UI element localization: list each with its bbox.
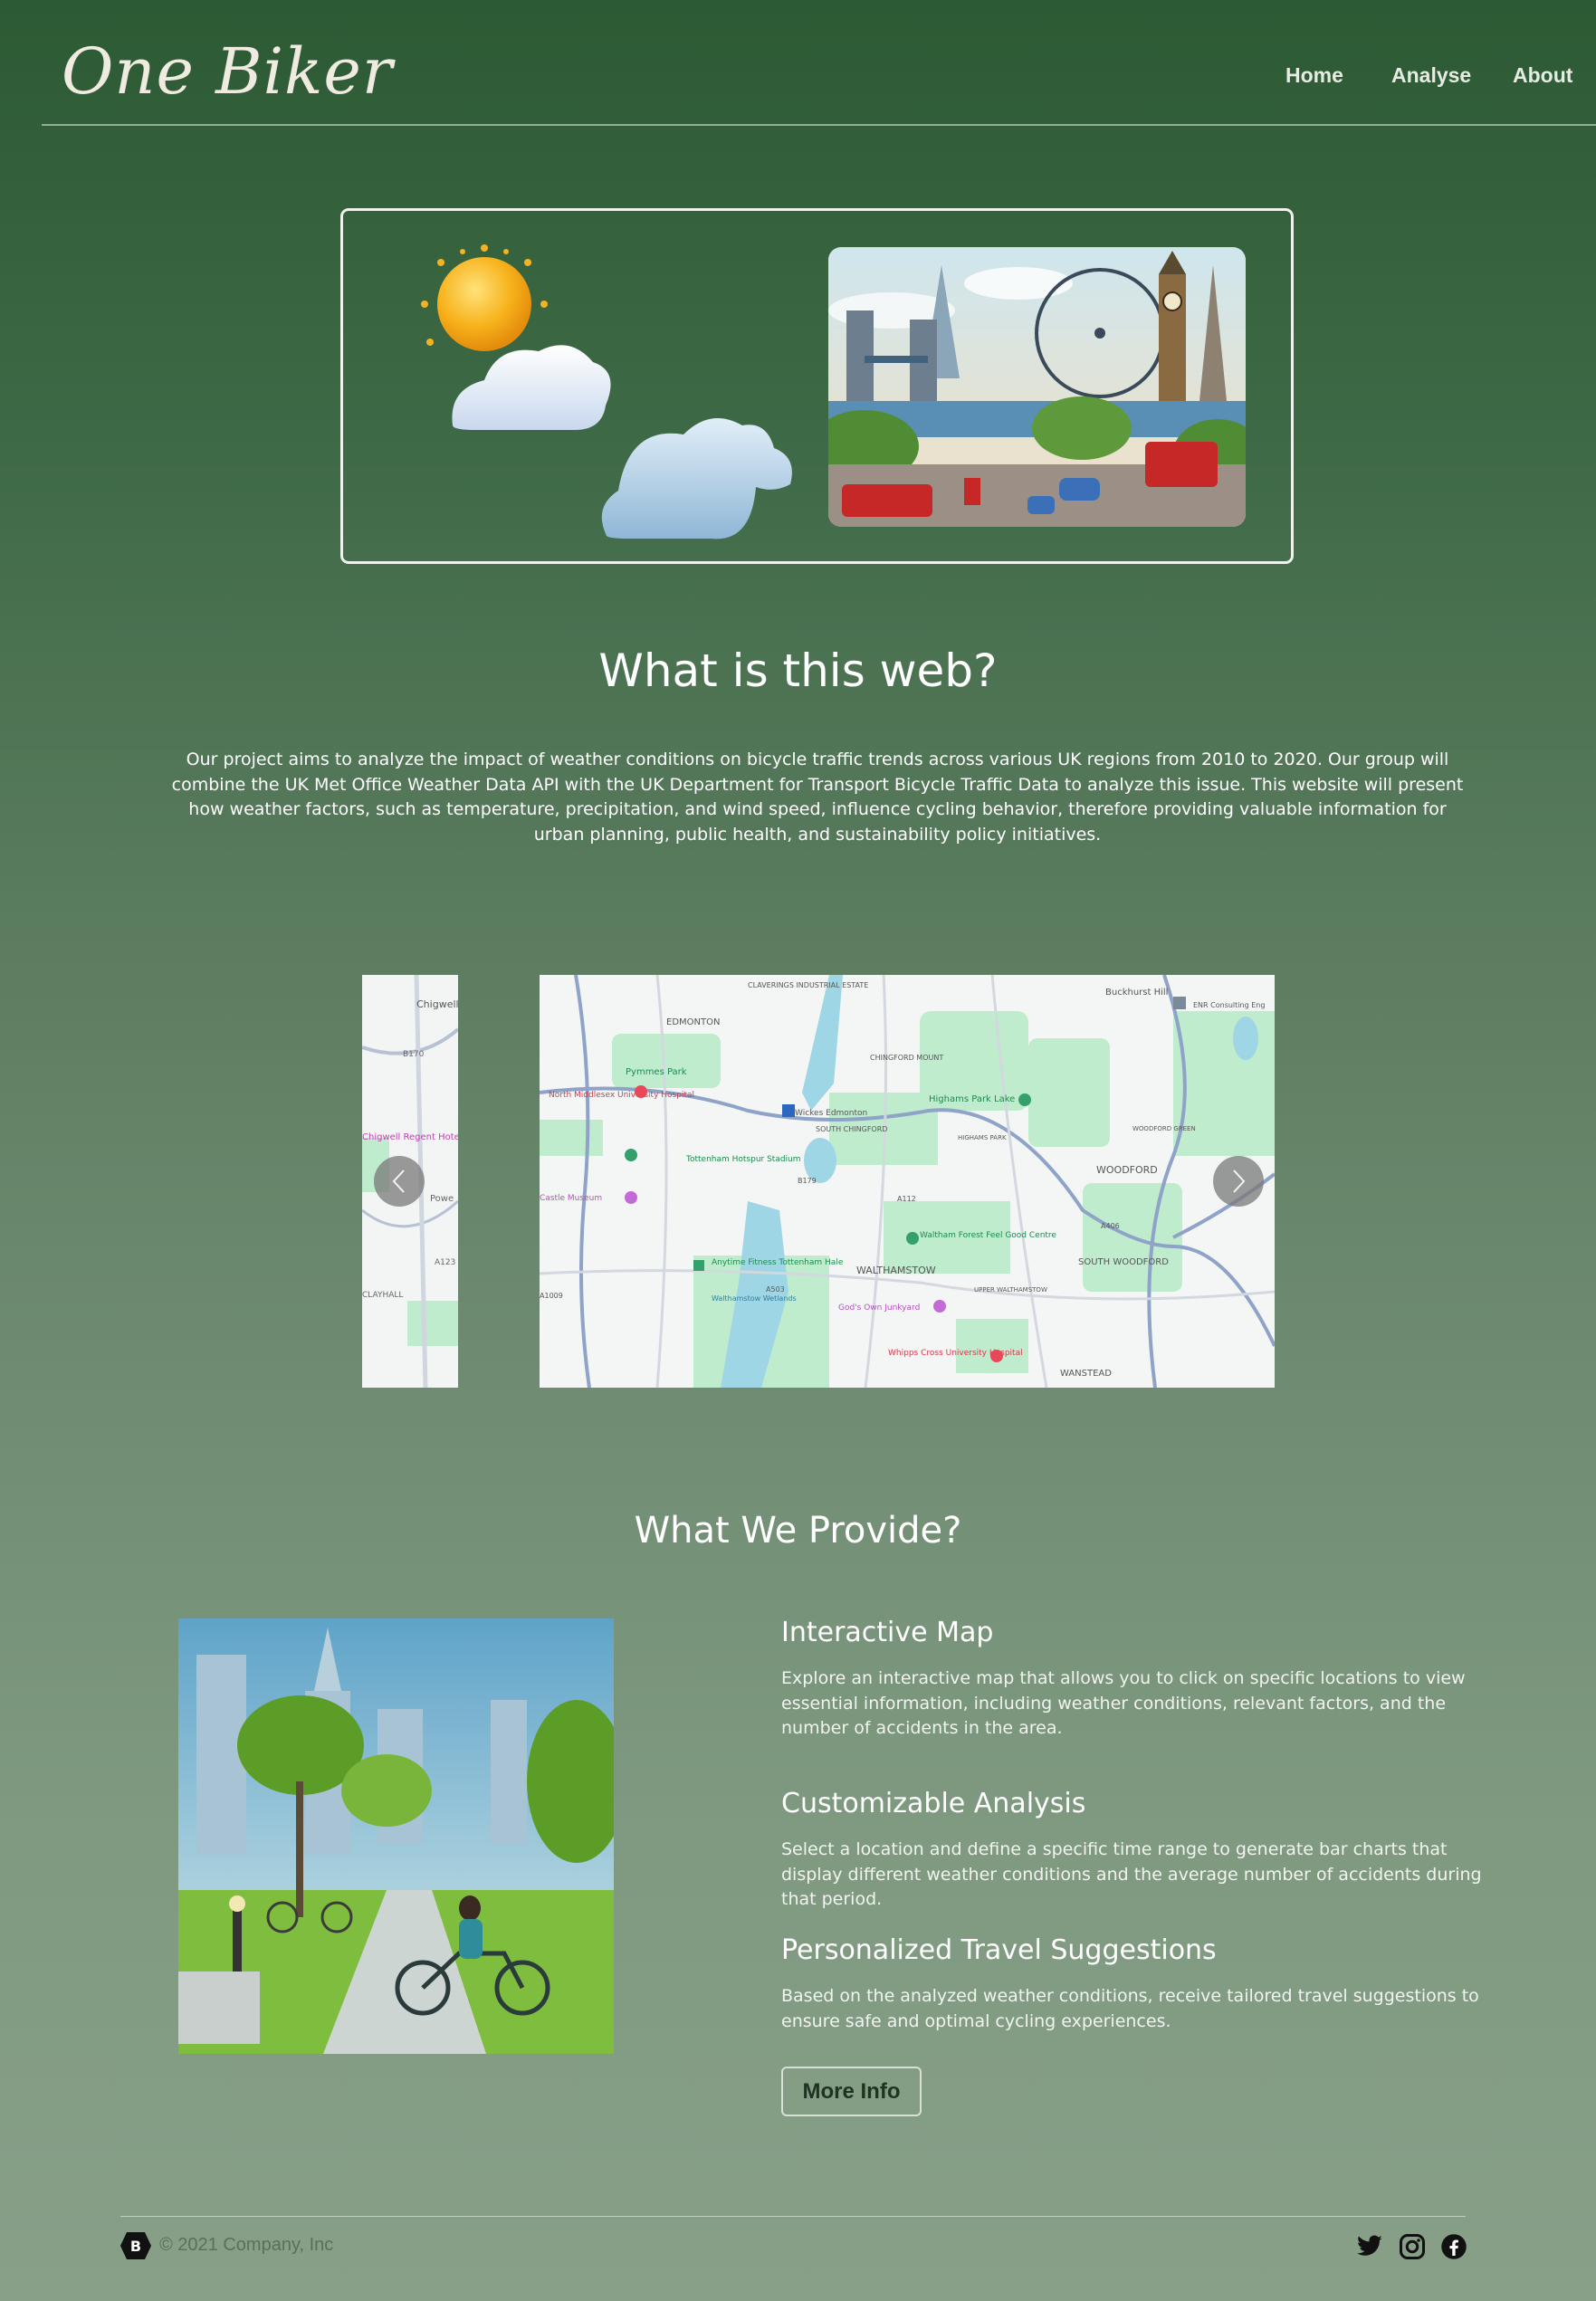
svg-text:B170: B170 [403, 1050, 425, 1059]
svg-text:North Middlesex University Hos: North Middlesex University Hospital [549, 1091, 694, 1100]
header-divider [42, 124, 1596, 126]
svg-text:Pymmes Park: Pymmes Park [626, 1067, 687, 1077]
intro-title: What is this web? [598, 644, 998, 697]
svg-text:Chigwell Regent Hotel: Chigwell Regent Hotel [362, 1132, 458, 1142]
svg-text:A123: A123 [435, 1258, 455, 1267]
svg-text:Tottenham Hotspur Stadium: Tottenham Hotspur Stadium [685, 1155, 801, 1164]
svg-text:B179: B179 [798, 1177, 817, 1185]
nav-home[interactable]: Home [1285, 63, 1343, 88]
svg-text:Anytime Fitness Tottenham Hale: Anytime Fitness Tottenham Hale [712, 1258, 844, 1267]
svg-text:UPPER WALTHAMSTOW: UPPER WALTHAMSTOW [974, 1286, 1047, 1294]
weather-illustration [421, 244, 792, 539]
svg-text:WANSTEAD: WANSTEAD [1060, 1369, 1112, 1379]
instagram-icon[interactable] [1399, 2233, 1426, 2260]
feature-title-analysis: Customizable Analysis [781, 1788, 1086, 1819]
svg-text:Waltham Forest Feel Good Centr: Waltham Forest Feel Good Centre [920, 1231, 1056, 1240]
brand-logo[interactable]: One Biker [62, 34, 393, 109]
nav-analyse[interactable]: Analyse [1391, 63, 1471, 88]
london-illustration [828, 247, 1246, 527]
facebook-icon[interactable] [1440, 2233, 1467, 2260]
bootstrap-logo-icon[interactable]: B [120, 2232, 151, 2259]
map-image: CLAVERINGS INDUSTRIAL ESTATE EDMONTON Bu… [540, 975, 1275, 1388]
feature-text-analysis: Select a location and define a specific … [781, 1839, 1482, 1909]
carousel-slide-active[interactable]: CLAVERINGS INDUSTRIAL ESTATE EDMONTON Bu… [540, 975, 1275, 1388]
more-info-button[interactable]: More Info [781, 2067, 922, 2116]
feature-title-suggestions: Personalized Travel Suggestions [781, 1934, 1217, 1966]
cyclist-park-illustration [178, 1618, 614, 2054]
svg-text:CLAYHALL: CLAYHALL [362, 1291, 403, 1300]
feature-text-map: Explore an interactive map that allows y… [781, 1668, 1466, 1738]
sun-icon [421, 244, 548, 351]
footer-divider [120, 2216, 1466, 2217]
twitter-icon[interactable] [1356, 2235, 1383, 2260]
svg-text:A1009: A1009 [540, 1292, 563, 1300]
svg-text:God's Own Junkyard: God's Own Junkyard [838, 1303, 920, 1313]
svg-text:WALTHAMSTOW: WALTHAMSTOW [856, 1265, 936, 1276]
svg-text:Chigwell: Chigwell [416, 998, 458, 1010]
feature-text-suggestions: Based on the analyzed weather conditions… [781, 1986, 1479, 2031]
svg-text:CLAVERINGS INDUSTRIAL ESTATE: CLAVERINGS INDUSTRIAL ESTATE [748, 981, 868, 989]
provide-title: What We Provide? [634, 1510, 962, 1552]
svg-text:EDMONTON: EDMONTON [666, 1017, 720, 1027]
svg-text:B: B [130, 2238, 141, 2255]
svg-text:WOODFORD: WOODFORD [1096, 1164, 1158, 1176]
svg-text:A406: A406 [1101, 1222, 1120, 1230]
cloud-icon [452, 345, 611, 430]
svg-text:ENR Consulting Eng: ENR Consulting Eng [1193, 1001, 1265, 1009]
svg-text:Walthamstow Wetlands: Walthamstow Wetlands [712, 1294, 797, 1303]
svg-text:CHINGFORD MOUNT: CHINGFORD MOUNT [870, 1054, 943, 1062]
svg-text:SOUTH CHINGFORD: SOUTH CHINGFORD [816, 1125, 887, 1133]
svg-text:SOUTH WOODFORD: SOUTH WOODFORD [1078, 1257, 1169, 1267]
chevron-left-icon [392, 1170, 405, 1193]
svg-text:Wickes Edmonton: Wickes Edmonton [795, 1109, 867, 1118]
svg-text:Powe: Powe [430, 1194, 454, 1204]
svg-text:A503: A503 [766, 1285, 785, 1294]
carousel-prev-button[interactable] [374, 1156, 425, 1207]
nav-about[interactable]: About [1513, 63, 1572, 88]
svg-text:WOODFORD GREEN: WOODFORD GREEN [1132, 1125, 1196, 1132]
carousel-next-button[interactable] [1213, 1156, 1264, 1207]
svg-text:HIGHAMS PARK: HIGHAMS PARK [958, 1134, 1007, 1141]
feature-title-map: Interactive Map [781, 1617, 994, 1648]
svg-text:Buckhurst Hill: Buckhurst Hill [1105, 988, 1168, 998]
cloud-icon [601, 418, 792, 539]
copyright-text: © 2021 Company, Inc [159, 2235, 334, 2255]
svg-text:Highams Park Lake: Highams Park Lake [929, 1094, 1015, 1104]
chevron-right-icon [1233, 1170, 1246, 1193]
svg-text:Castle Museum: Castle Museum [540, 1194, 602, 1203]
intro-description: Our project aims to analyze the impact o… [171, 749, 1464, 845]
svg-text:A112: A112 [897, 1195, 916, 1203]
